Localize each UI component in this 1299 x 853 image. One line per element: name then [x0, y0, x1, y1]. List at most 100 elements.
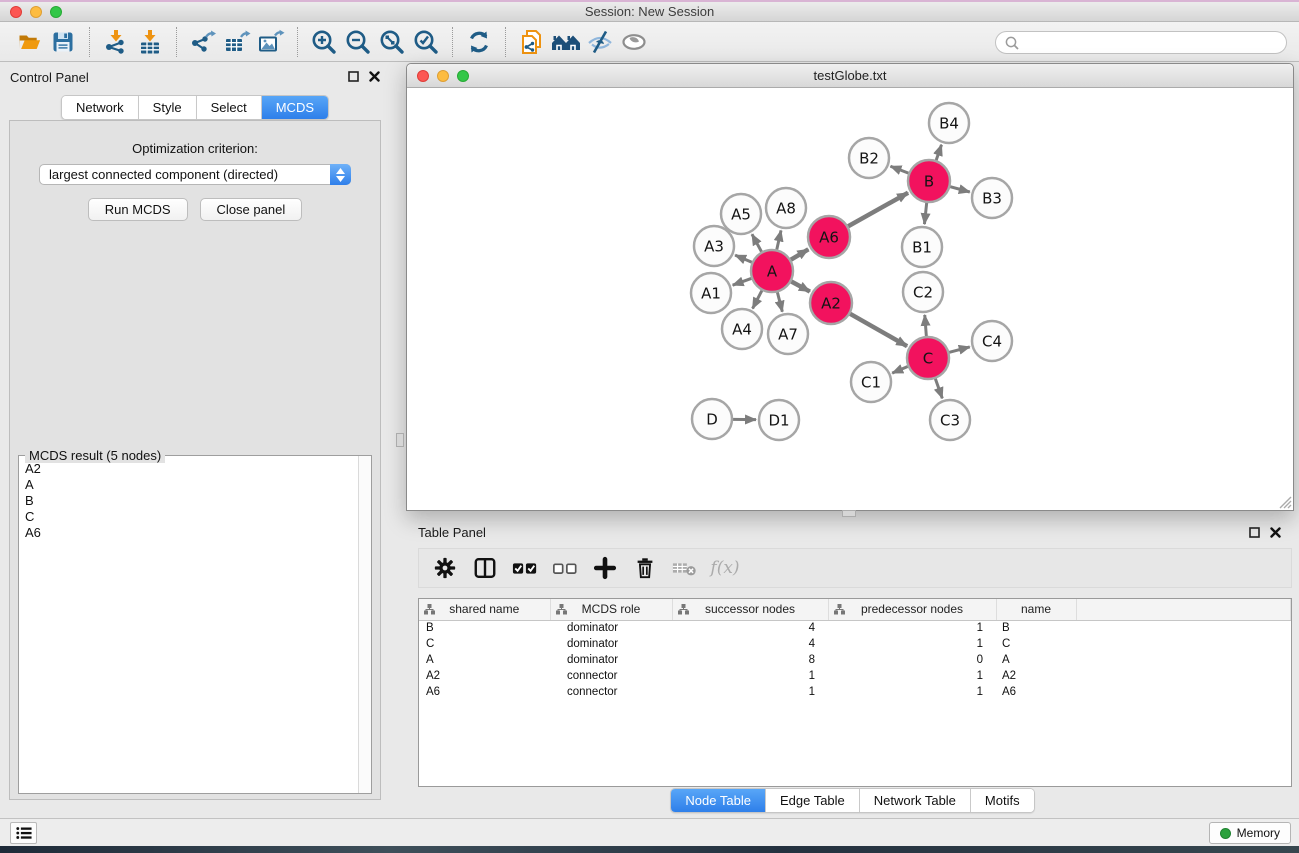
edge-C-C3[interactable] [935, 379, 942, 399]
table-cell[interactable]: 1 [828, 620, 996, 636]
tab-mcds[interactable]: MCDS [262, 96, 328, 119]
edge-A-A6[interactable] [791, 249, 808, 259]
table-cell[interactable]: C [996, 636, 1076, 652]
tab-style[interactable]: Style [139, 96, 197, 119]
search-field[interactable] [995, 31, 1287, 54]
save-session-icon[interactable] [46, 26, 80, 58]
import-network-icon[interactable] [99, 26, 133, 58]
table-cell[interactable]: connector [550, 684, 672, 700]
show-eye-icon[interactable] [617, 26, 651, 58]
edge-C-C1[interactable] [892, 367, 908, 374]
zoom-out-icon[interactable] [341, 26, 375, 58]
edge-A-A4[interactable] [753, 291, 762, 309]
edge-A-A5[interactable] [752, 234, 762, 251]
function-builder-icon[interactable]: f(x) [712, 555, 738, 581]
table-cell[interactable]: A6 [996, 684, 1076, 700]
run-mcds-button[interactable]: Run MCDS [88, 198, 188, 221]
table-cell[interactable]: A2 [419, 668, 550, 684]
zoom-in-icon[interactable] [307, 26, 341, 58]
tab-motifs[interactable]: Motifs [971, 789, 1034, 812]
refresh-icon[interactable] [462, 26, 496, 58]
table-cell[interactable]: C [419, 636, 550, 652]
table-cell[interactable]: 4 [672, 636, 828, 652]
table-cell[interactable]: A [419, 652, 550, 668]
float-panel-icon[interactable] [1249, 527, 1260, 538]
result-scrollbar[interactable] [358, 456, 371, 793]
tab-select[interactable]: Select [197, 96, 262, 119]
table-cell[interactable]: dominator [550, 636, 672, 652]
edge-C-C2[interactable] [925, 315, 927, 336]
edge-B-B2[interactable] [890, 166, 908, 173]
column-header-MCDS-role[interactable]: MCDS role [550, 599, 672, 620]
close-panel-icon[interactable] [1270, 527, 1281, 538]
table-cell[interactable]: 1 [828, 668, 996, 684]
tab-network[interactable]: Network [62, 96, 139, 119]
hide-panels-icon[interactable] [583, 26, 617, 58]
column-header-predecessor-nodes[interactable]: predecessor nodes [828, 599, 996, 620]
export-table-icon[interactable] [220, 26, 254, 58]
table-cell[interactable]: 0 [828, 652, 996, 668]
criterion-select[interactable]: largest connected component (directed) [39, 164, 351, 185]
list-item[interactable]: A [25, 477, 365, 493]
table-cell[interactable]: connector [550, 668, 672, 684]
export-network-icon[interactable] [186, 26, 220, 58]
close-panel-button[interactable]: Close panel [200, 198, 303, 221]
table-cell[interactable]: A [996, 652, 1076, 668]
table-row[interactable]: Bdominator41B [419, 620, 1291, 636]
table-row[interactable]: Cdominator41C [419, 636, 1291, 652]
edge-A-A8[interactable] [777, 230, 781, 249]
column-header-name[interactable]: name [996, 599, 1076, 620]
memory-button[interactable]: Memory [1209, 822, 1291, 844]
clone-network-icon[interactable] [515, 26, 549, 58]
table-cell[interactable]: 8 [672, 652, 828, 668]
node-table[interactable]: shared nameMCDS rolesuccessor nodesprede… [418, 598, 1292, 787]
table-cell[interactable]: B [419, 620, 550, 636]
edge-A-A1[interactable] [733, 278, 752, 285]
panel-splitter-handle[interactable] [842, 510, 856, 517]
edge-B-B1[interactable] [924, 203, 926, 224]
network-canvas[interactable]: B4B2BB3A8A5A6A3B1AA1C2A2A4A7C4CC1C3DD1 [407, 88, 1293, 510]
table-cell[interactable]: A2 [996, 668, 1076, 684]
search-input[interactable] [1020, 34, 1286, 52]
open-session-icon[interactable] [12, 26, 46, 58]
table-settings-icon[interactable] [432, 555, 458, 581]
tab-edge-table[interactable]: Edge Table [766, 789, 860, 812]
table-row[interactable]: Adominator80A [419, 652, 1291, 668]
table-cell[interactable]: 1 [828, 636, 996, 652]
unselect-all-columns-icon[interactable] [552, 555, 578, 581]
table-cell[interactable]: A6 [419, 684, 550, 700]
edge-A-A2[interactable] [791, 281, 810, 291]
table-cell[interactable]: 1 [672, 668, 828, 684]
select-all-columns-icon[interactable] [512, 555, 538, 581]
edge-C-C4[interactable] [949, 347, 970, 352]
table-row[interactable]: A6connector11A6 [419, 684, 1291, 700]
edge-A-A7[interactable] [777, 292, 782, 311]
table-cell[interactable]: 1 [672, 684, 828, 700]
table-cell[interactable]: 1 [828, 684, 996, 700]
zoom-selected-icon[interactable] [409, 26, 443, 58]
delete-columns-icon[interactable] [632, 555, 658, 581]
close-panel-icon[interactable] [369, 71, 380, 82]
edge-A6-B[interactable] [848, 193, 908, 227]
mcds-result-list[interactable]: A2ABCA6 [19, 456, 371, 793]
list-item[interactable]: C [25, 509, 365, 525]
network-graph[interactable]: B4B2BB3A8A5A6A3B1AA1C2A2A4A7C4CC1C3DD1 [407, 88, 1293, 510]
tab-network-table[interactable]: Network Table [860, 789, 971, 812]
list-item[interactable]: A6 [25, 525, 365, 541]
table-row[interactable]: A2connector11A2 [419, 668, 1291, 684]
list-item[interactable]: B [25, 493, 365, 509]
add-column-icon[interactable] [592, 555, 618, 581]
table-cell[interactable]: B [996, 620, 1076, 636]
tab-node-table[interactable]: Node Table [671, 789, 766, 812]
network-window-titlebar[interactable]: testGlobe.txt [407, 64, 1293, 88]
panel-splitter-handle[interactable] [396, 433, 404, 447]
task-history-button[interactable] [10, 822, 37, 844]
zoom-fit-icon[interactable] [375, 26, 409, 58]
column-header-successor-nodes[interactable]: successor nodes [672, 599, 828, 620]
edge-B-B3[interactable] [950, 187, 970, 192]
edge-A-A3[interactable] [735, 255, 752, 262]
resize-grip-icon[interactable] [1276, 493, 1292, 509]
nested-networks-icon[interactable] [549, 26, 583, 58]
table-cell[interactable]: dominator [550, 620, 672, 636]
table-cell[interactable]: dominator [550, 652, 672, 668]
